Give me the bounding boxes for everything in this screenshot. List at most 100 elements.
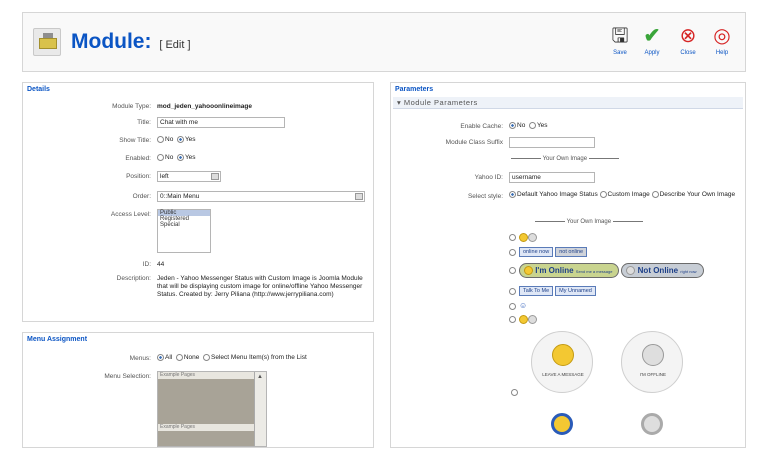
- image-option-3-radio[interactable]: [509, 267, 516, 275]
- online-award-image: [531, 401, 593, 453]
- image-option-6-radio[interactable]: [509, 316, 516, 323]
- own-image-separator-2: Your Own Image: [535, 219, 643, 225]
- enabled-no-label: No: [165, 154, 174, 162]
- access-level-list[interactable]: Public Registered Special: [157, 209, 211, 253]
- show-title-no-radio[interactable]: [157, 136, 164, 143]
- show-title-no-label: No: [165, 136, 174, 144]
- show-title-yes-radio[interactable]: [176, 136, 184, 143]
- menu-assignment-legend: Menu Assignment: [27, 336, 88, 343]
- save-button[interactable]: 🖫 Save: [607, 25, 633, 56]
- image-option-7-radio[interactable]: [511, 389, 518, 396]
- enabled-yes-label: Yes: [184, 154, 196, 162]
- own-image-heading-2: Your Own Image: [566, 219, 612, 225]
- style-default-radio[interactable]: [509, 191, 516, 198]
- menu-selection-item[interactable]: Example Pages: [158, 424, 254, 431]
- chevron-down-icon: ▾: [397, 98, 404, 107]
- menus-all-radio[interactable]: [157, 354, 164, 361]
- enabled-label: Enabled:: [125, 155, 151, 162]
- menu-selection-item[interactable]: Example Pages: [158, 372, 266, 379]
- image-option-4-radio[interactable]: [509, 287, 516, 295]
- class-suffix-input[interactable]: [509, 137, 595, 148]
- title-input[interactable]: Chat with me: [157, 117, 285, 128]
- order-label: Order:: [132, 193, 151, 200]
- access-option-special[interactable]: Special: [158, 222, 210, 228]
- position-label: Position:: [126, 173, 151, 180]
- smiley-gray-icon: [527, 315, 537, 324]
- title-label: Title:: [137, 119, 151, 126]
- own-image-separator-1: Your Own Image: [511, 156, 619, 162]
- online-circle-caption: LEAVE A MESSAGE: [542, 372, 584, 377]
- position-select[interactable]: left: [157, 171, 221, 182]
- show-title-radios: No Yes: [157, 136, 196, 143]
- offline-pill: Not Online right now: [621, 263, 704, 279]
- module-type-value: mod_jeden_yahooonlineimage: [157, 103, 252, 110]
- smiley-icon: [523, 266, 533, 276]
- image-option-2: online now not online: [509, 247, 589, 257]
- image-option-1-radio[interactable]: [509, 234, 516, 241]
- help-label: Help: [715, 50, 729, 56]
- scroll-up-icon[interactable]: ▲: [257, 374, 263, 380]
- details-panel: Details Module Type: mod_jeden_yahooonli…: [22, 82, 374, 322]
- cache-no-label: No: [517, 122, 526, 130]
- style-describe-radio[interactable]: [651, 191, 659, 198]
- yahoo-id-label: Yahoo ID:: [474, 174, 503, 181]
- menus-all-label: All: [165, 354, 173, 362]
- menu-assignment-panel: Menu Assignment Menus: All None Select M…: [22, 332, 374, 448]
- smiley-icon: [518, 315, 528, 324]
- order-value: 0::Main Menu: [160, 193, 200, 200]
- offline-circle-caption: I'M OFFLINE: [639, 372, 667, 377]
- smiley-gray-icon: [626, 266, 636, 276]
- id-label: ID:: [142, 261, 151, 268]
- show-title-label: Show Title:: [119, 137, 151, 144]
- style-default-label: Default Yahoo Image Status: [517, 191, 598, 199]
- module-icon: [33, 28, 61, 56]
- help-button[interactable]: ◎ Help: [709, 25, 735, 56]
- module-parameters-title: Module Parameters: [403, 98, 478, 107]
- access-level-label: Access Level:: [110, 211, 151, 218]
- menus-select-label: Select Menu Item(s) from the List: [211, 354, 307, 362]
- image-option-2-radio[interactable]: [509, 248, 516, 256]
- offline-circle-image: I'M OFFLINE: [621, 331, 683, 393]
- page-title: Module: [ Edit ]: [71, 30, 191, 54]
- own-image-heading-1: Your Own Image: [542, 156, 588, 162]
- enabled-no-radio[interactable]: [157, 154, 164, 161]
- cache-no-radio[interactable]: [509, 122, 516, 129]
- close-label: Close: [680, 50, 696, 56]
- menus-select-radio[interactable]: [203, 354, 211, 361]
- position-value: left: [160, 173, 169, 180]
- description-label: Description:: [116, 275, 151, 282]
- online-badge: online now: [518, 247, 554, 257]
- style-custom-radio[interactable]: [599, 191, 607, 198]
- menu-selection-list[interactable]: Example Pages Example Pages ▲: [157, 371, 267, 447]
- smiley-gray-icon: [527, 233, 537, 242]
- save-label: Save: [613, 50, 627, 56]
- menu-selection-scrollbar[interactable]: ▲: [254, 372, 266, 446]
- offline-badge: not online: [555, 247, 588, 257]
- cache-yes-radio[interactable]: [528, 122, 536, 129]
- style-custom-label: Custom Image: [607, 191, 650, 199]
- enabled-yes-radio[interactable]: [176, 154, 184, 161]
- smiley-gray-icon: [642, 344, 664, 366]
- talk-badge: Talk To Me: [518, 286, 554, 296]
- select-style-radios: Default Yahoo Image Status Custom Image …: [509, 191, 741, 199]
- menu-selection-label: Menu Selection:: [104, 373, 151, 380]
- image-option-4: Talk To Me My Unnamed: [509, 286, 598, 296]
- order-select[interactable]: 0::Main Menu: [157, 191, 365, 202]
- offline-pill-subtext: right now: [680, 269, 697, 274]
- close-button[interactable]: ⊗ Close: [675, 25, 701, 56]
- id-value: 44: [157, 261, 165, 268]
- offline-pill-text: Not Online: [637, 266, 679, 275]
- menus-none-radio[interactable]: [175, 354, 183, 361]
- parameters-legend: Parameters: [395, 86, 434, 93]
- menus-label: Menus:: [129, 355, 151, 362]
- online-pill: I'm Online Send me a message: [518, 263, 620, 279]
- style-describe-label: Describe Your Own Image: [659, 191, 736, 199]
- apply-button[interactable]: ✔ Apply: [639, 25, 665, 56]
- description-value: Jeden - Yahoo Messenger Status with Cust…: [157, 275, 363, 298]
- module-parameters-header[interactable]: ▾ Module Parameters: [393, 97, 743, 109]
- unavailable-badge: My Unnamed: [555, 286, 596, 296]
- award-icon: [551, 413, 573, 435]
- image-option-5-radio[interactable]: [509, 302, 516, 310]
- yahoo-id-input[interactable]: username: [509, 172, 595, 183]
- image-option-6: [509, 315, 537, 324]
